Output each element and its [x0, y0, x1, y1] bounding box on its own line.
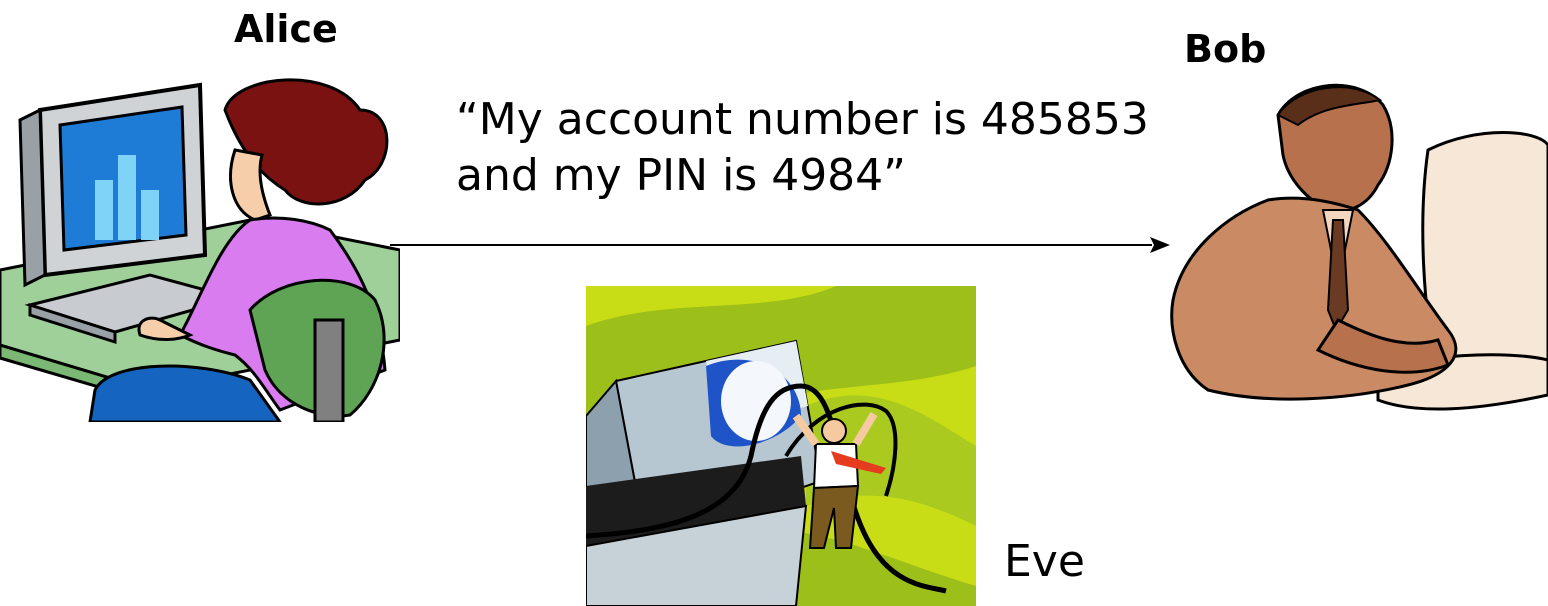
message-line-1: “My account number is 485853: [456, 94, 1149, 145]
alice-computer-illustration: [0, 70, 400, 422]
message-arrow: [390, 237, 1170, 253]
eve-label: Eve: [1004, 536, 1085, 587]
intercepted-message: “My account number is 485853 and my PIN …: [456, 92, 1149, 204]
alice-label: Alice: [234, 7, 338, 51]
bob-label: Bob: [1184, 27, 1267, 71]
eve-eavesdropper-illustration: [586, 286, 976, 606]
bob-computer-illustration: [1148, 70, 1548, 420]
message-line-2: and my PIN is 4984”: [456, 150, 906, 201]
